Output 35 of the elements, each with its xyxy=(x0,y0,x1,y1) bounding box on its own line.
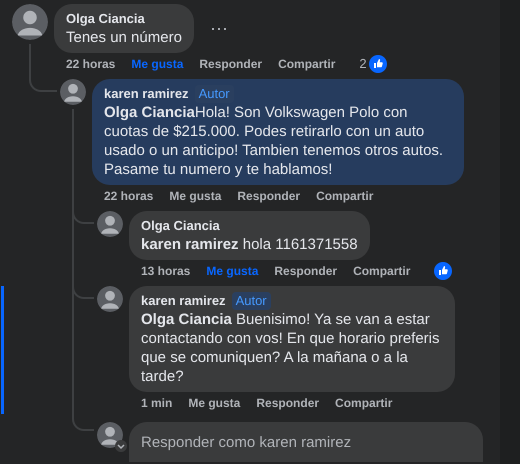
action-link[interactable]: Compartir xyxy=(278,55,336,73)
author-name[interactable]: karen ramirez xyxy=(141,292,226,310)
reply-field[interactable]: Responder como karen ramirez xyxy=(129,422,483,462)
reaction-count[interactable]: 2 xyxy=(359,54,367,74)
comment-time[interactable]: 1 min xyxy=(141,394,172,412)
action-link[interactable]: Responder xyxy=(256,394,320,412)
action-link[interactable]: Compartir xyxy=(335,394,392,412)
comment-time[interactable]: 13 horas xyxy=(141,262,190,280)
comment-text: Tenes un número xyxy=(66,28,182,47)
comment-time[interactable]: 22 horas xyxy=(104,187,154,205)
avatar-icon[interactable] xyxy=(12,4,48,40)
author-badge: Autor xyxy=(232,292,271,310)
action-link[interactable]: Compartir xyxy=(353,262,410,280)
avatar-icon[interactable] xyxy=(97,286,123,312)
author-name[interactable]: karen ramirez xyxy=(104,85,189,103)
chevron-icon[interactable] xyxy=(115,440,127,452)
like-icon[interactable] xyxy=(434,262,452,280)
action-link[interactable]: Me gusta xyxy=(188,394,240,412)
action-link[interactable]: Responder xyxy=(274,262,338,280)
action-link[interactable]: Responder xyxy=(199,55,262,73)
comment-time[interactable]: 22 horas xyxy=(66,55,116,73)
avatar-icon[interactable] xyxy=(97,211,123,237)
like-icon[interactable] xyxy=(368,55,387,73)
more-options-button[interactable]: ⋯ xyxy=(206,20,232,38)
avatar-icon[interactable] xyxy=(97,422,123,448)
action-link[interactable]: Me gusta xyxy=(169,187,222,205)
author-badge: Autor xyxy=(194,85,234,103)
action-link[interactable]: Responder xyxy=(237,187,300,205)
comment-text: Olga Ciancia Buenisimo! Ya se van a estar contactando con vos! En que horario preferis que se comuniquen? A la mañana o a la tarde? xyxy=(141,310,441,386)
author-name[interactable]: Olga Ciancia xyxy=(141,217,220,235)
comment-text: karen ramirez hola 1161371558 xyxy=(141,235,358,254)
comment-text: Olga CianciaHola! Son Volkswagen Polo con cuotas de $215.000. Podes retirarlo con un auto usado o un anticipo! Tambien tenemos otros autos. Pasame tu numero y te hablamos! xyxy=(104,103,444,179)
avatar-icon[interactable] xyxy=(60,79,86,105)
action-link[interactable]: Compartir xyxy=(316,187,374,205)
author-name[interactable]: Olga Ciancia xyxy=(66,10,145,28)
